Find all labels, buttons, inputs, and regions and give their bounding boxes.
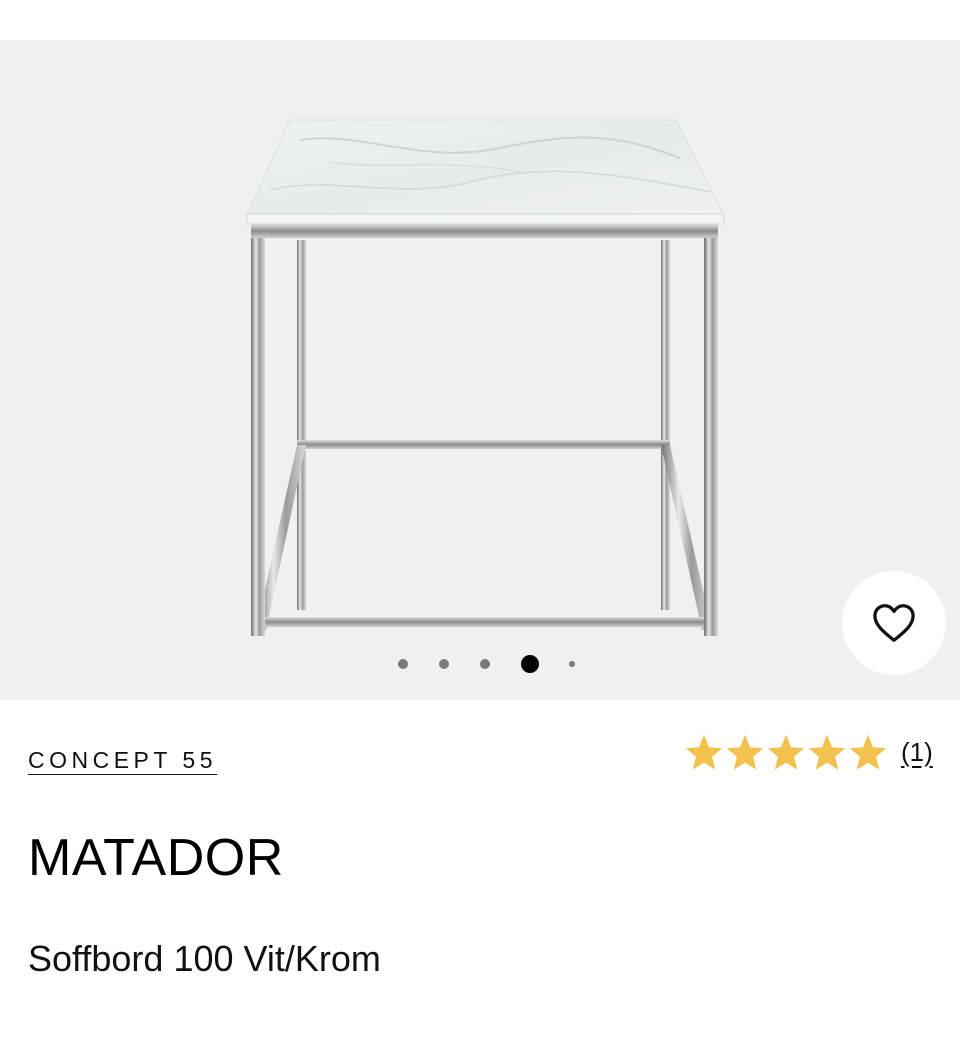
gallery-dot-1[interactable] [398,659,408,669]
gallery-dot-4-active[interactable] [521,655,539,673]
gallery-dot-3[interactable] [480,659,490,669]
product-image-gallery[interactable] [0,40,960,700]
rating-stars [684,733,889,771]
star-icon [808,734,846,770]
gallery-pagination [390,652,590,676]
rating: (1) [684,732,933,772]
star-icon [849,734,887,770]
star-icon [685,734,723,770]
gallery-dot-5[interactable] [569,661,575,667]
star-icon [726,734,764,770]
star-icon [767,734,805,770]
product-image [246,119,725,636]
review-count-link[interactable]: (1) [901,737,933,768]
product-name: MATADOR [28,829,284,887]
gallery-dot-2[interactable] [439,659,449,669]
product-page: CONCEPT 55 (1) MATADOR Soffbord 100 Vit/… [0,0,960,1062]
brand-link[interactable]: CONCEPT 55 [28,747,217,774]
wishlist-button[interactable] [842,571,946,675]
heart-outline-icon [873,604,915,642]
product-description: Soffbord 100 Vit/Krom [28,938,381,979]
